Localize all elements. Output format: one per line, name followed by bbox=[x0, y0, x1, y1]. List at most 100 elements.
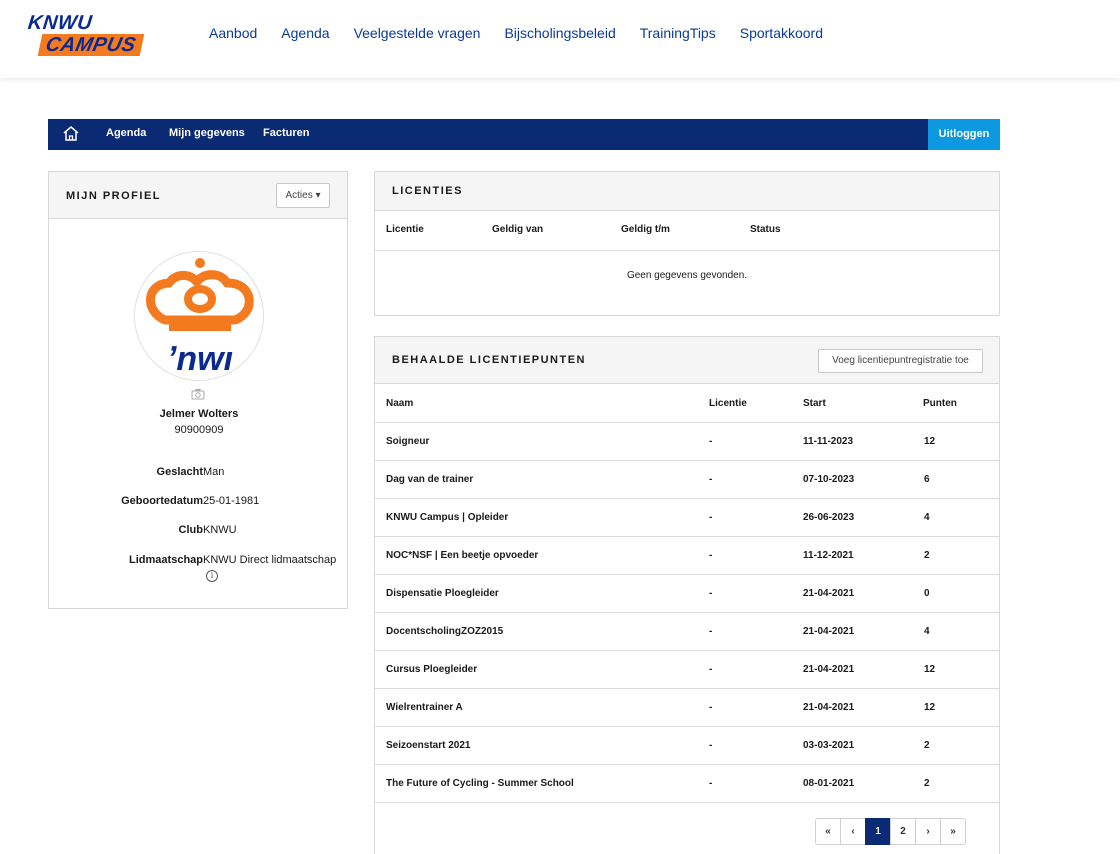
table-row[interactable]: Dag van de trainer - 07-10-2023 6 bbox=[375, 461, 999, 499]
row-punten: 0 bbox=[924, 588, 930, 599]
column-header-licentie[interactable]: Licentie bbox=[386, 224, 424, 235]
row-punten: 2 bbox=[924, 550, 930, 561]
table-row[interactable]: The Future of Cycling - Summer School - … bbox=[375, 765, 999, 803]
row-licentie: - bbox=[709, 778, 713, 789]
row-start: 21-04-2021 bbox=[803, 702, 855, 713]
row-start: 11-12-2021 bbox=[803, 550, 854, 561]
field-label: Geboortedatum bbox=[121, 495, 203, 507]
nav-agenda[interactable]: Agenda bbox=[281, 25, 329, 41]
pagination-next[interactable]: › bbox=[915, 818, 941, 845]
row-start: 08-01-2021 bbox=[803, 778, 855, 789]
licentiepunten-panel: BEHAALDE LICENTIEPUNTEN Voeg licentiepun… bbox=[374, 336, 1000, 854]
nav-sportakkoord[interactable]: Sportakkoord bbox=[740, 25, 823, 41]
row-start: 21-04-2021 bbox=[803, 626, 855, 637]
subnav-agenda[interactable]: Agenda bbox=[106, 127, 146, 139]
column-header-geldig-tm[interactable]: Geldig t/m bbox=[621, 224, 670, 235]
row-naam: KNWU Campus | Opleider bbox=[386, 512, 509, 523]
pagination-page-2[interactable]: 2 bbox=[890, 818, 916, 845]
field-value: KNWU Direct lidmaatschap bbox=[203, 554, 337, 566]
nav-bijscholingsbeleid[interactable]: Bijscholingsbeleid bbox=[504, 25, 615, 41]
logout-button[interactable]: Uitloggen bbox=[928, 119, 1000, 150]
column-header-start[interactable]: Start bbox=[803, 398, 826, 409]
actions-dropdown[interactable]: Acties ▾ bbox=[276, 183, 330, 208]
licenties-panel: LICENTIES Licentie Geldig van Geldig t/m… bbox=[374, 171, 1000, 316]
row-start: 07-10-2023 bbox=[803, 474, 855, 485]
row-punten: 2 bbox=[924, 740, 930, 751]
table-row[interactable]: Dispensatie Ploegleider - 21-04-2021 0 bbox=[375, 575, 999, 613]
pagination: « ‹ 1 2 › » bbox=[815, 818, 966, 845]
column-header-licentie[interactable]: Licentie bbox=[709, 398, 747, 409]
pagination-prev[interactable]: ‹ bbox=[840, 818, 866, 845]
licentiepunten-title: BEHAALDE LICENTIEPUNTEN bbox=[392, 354, 587, 366]
column-header-geldig-van[interactable]: Geldig van bbox=[492, 224, 543, 235]
field-label: Geslacht bbox=[156, 466, 203, 478]
row-punten: 4 bbox=[924, 512, 930, 523]
add-licentiepunt-button[interactable]: Voeg licentiepuntregistratie toe bbox=[818, 349, 983, 373]
licenties-panel-header: LICENTIES bbox=[375, 172, 999, 211]
row-licentie: - bbox=[709, 512, 713, 523]
row-naam: Dag van de trainer bbox=[386, 474, 474, 485]
table-row[interactable]: Cursus Ploegleider - 21-04-2021 12 bbox=[375, 651, 999, 689]
site-header: KNWU CAMPUS Aanbod Agenda Veelgestelde v… bbox=[0, 0, 1120, 78]
column-header-punten[interactable]: Punten bbox=[923, 398, 957, 409]
row-naam: NOC*NSF | Een beetje opvoeder bbox=[386, 550, 539, 561]
row-licentie: - bbox=[709, 664, 713, 675]
column-header-status[interactable]: Status bbox=[750, 224, 781, 235]
table-row[interactable]: KNWU Campus | Opleider - 26-06-2023 4 bbox=[375, 499, 999, 537]
row-punten: 4 bbox=[924, 626, 930, 637]
pagination-last[interactable]: » bbox=[940, 818, 966, 845]
licenties-title: LICENTIES bbox=[392, 185, 463, 197]
row-licentie: - bbox=[709, 550, 713, 561]
avatar[interactable]: ʼnwı bbox=[134, 251, 264, 381]
row-naam: The Future of Cycling - Summer School bbox=[386, 778, 574, 789]
row-start: 21-04-2021 bbox=[803, 664, 855, 675]
nav-veelgestelde-vragen[interactable]: Veelgestelde vragen bbox=[354, 25, 481, 41]
pagination-first[interactable]: « bbox=[815, 818, 841, 845]
table-header-row: Naam Licentie Start Punten bbox=[375, 385, 999, 423]
row-licentie: - bbox=[709, 474, 713, 485]
profile-name: Jelmer Wolters bbox=[159, 408, 239, 420]
row-punten: 12 bbox=[924, 664, 936, 675]
row-start: 03-03-2021 bbox=[803, 740, 855, 751]
pagination-page-1[interactable]: 1 bbox=[865, 818, 891, 845]
logo-text-campus: CAMPUS bbox=[37, 34, 145, 56]
row-start: 26-06-2023 bbox=[803, 512, 855, 523]
account-nav: Agenda Mijn gegevens Facturen Uitloggen bbox=[48, 119, 1000, 150]
field-value: Man bbox=[203, 466, 225, 478]
row-punten: 6 bbox=[924, 474, 930, 485]
knwu-campus-logo[interactable]: KNWU CAMPUS bbox=[20, 12, 145, 60]
row-start: 21-04-2021 bbox=[803, 588, 855, 599]
nav-trainingtips[interactable]: TrainingTips bbox=[640, 25, 716, 41]
table-row[interactable]: Soigneur - 11-11-2023 12 bbox=[375, 423, 999, 461]
camera-icon[interactable] bbox=[191, 388, 205, 400]
divider bbox=[375, 250, 999, 251]
empty-state-message: Geen gegevens gevonden. bbox=[626, 270, 748, 281]
row-naam: Wielrentrainer A bbox=[386, 702, 463, 713]
row-licentie: - bbox=[709, 588, 713, 599]
profile-panel-header: MIJN PROFIEL Acties ▾ bbox=[49, 172, 347, 219]
row-licentie: - bbox=[709, 702, 713, 713]
table-row[interactable]: Seizoenstart 2021 - 03-03-2021 2 bbox=[375, 727, 999, 765]
row-licentie: - bbox=[709, 740, 713, 751]
table-row[interactable]: DocentscholingZOZ2015 - 21-04-2021 4 bbox=[375, 613, 999, 651]
row-naam: Soigneur bbox=[386, 436, 430, 447]
subnav-facturen[interactable]: Facturen bbox=[263, 127, 309, 139]
subnav-mijn-gegevens[interactable]: Mijn gegevens bbox=[169, 127, 245, 139]
profile-number: 90900909 bbox=[174, 424, 224, 436]
main-nav: Aanbod Agenda Veelgestelde vragen Bijsch… bbox=[209, 25, 847, 41]
table-row[interactable]: Wielrentrainer A - 21-04-2021 12 bbox=[375, 689, 999, 727]
field-label: Club bbox=[178, 524, 203, 536]
row-naam: Seizoenstart 2021 bbox=[386, 740, 471, 751]
row-punten: 2 bbox=[924, 778, 930, 789]
home-icon[interactable] bbox=[62, 125, 80, 143]
nav-aanbod[interactable]: Aanbod bbox=[209, 25, 257, 41]
logo-text-knwu: KNWU bbox=[20, 12, 100, 34]
info-icon[interactable]: i bbox=[206, 570, 218, 582]
row-punten: 12 bbox=[924, 702, 936, 713]
row-licentie: - bbox=[709, 626, 713, 637]
profile-panel: MIJN PROFIEL Acties ▾ ʼnwı Jelmer Wolter… bbox=[48, 171, 348, 609]
column-header-naam[interactable]: Naam bbox=[386, 398, 413, 409]
row-licentie: - bbox=[709, 436, 713, 447]
table-row[interactable]: NOC*NSF | Een beetje opvoeder - 11-12-20… bbox=[375, 537, 999, 575]
field-label: Lidmaatschap bbox=[129, 554, 203, 566]
